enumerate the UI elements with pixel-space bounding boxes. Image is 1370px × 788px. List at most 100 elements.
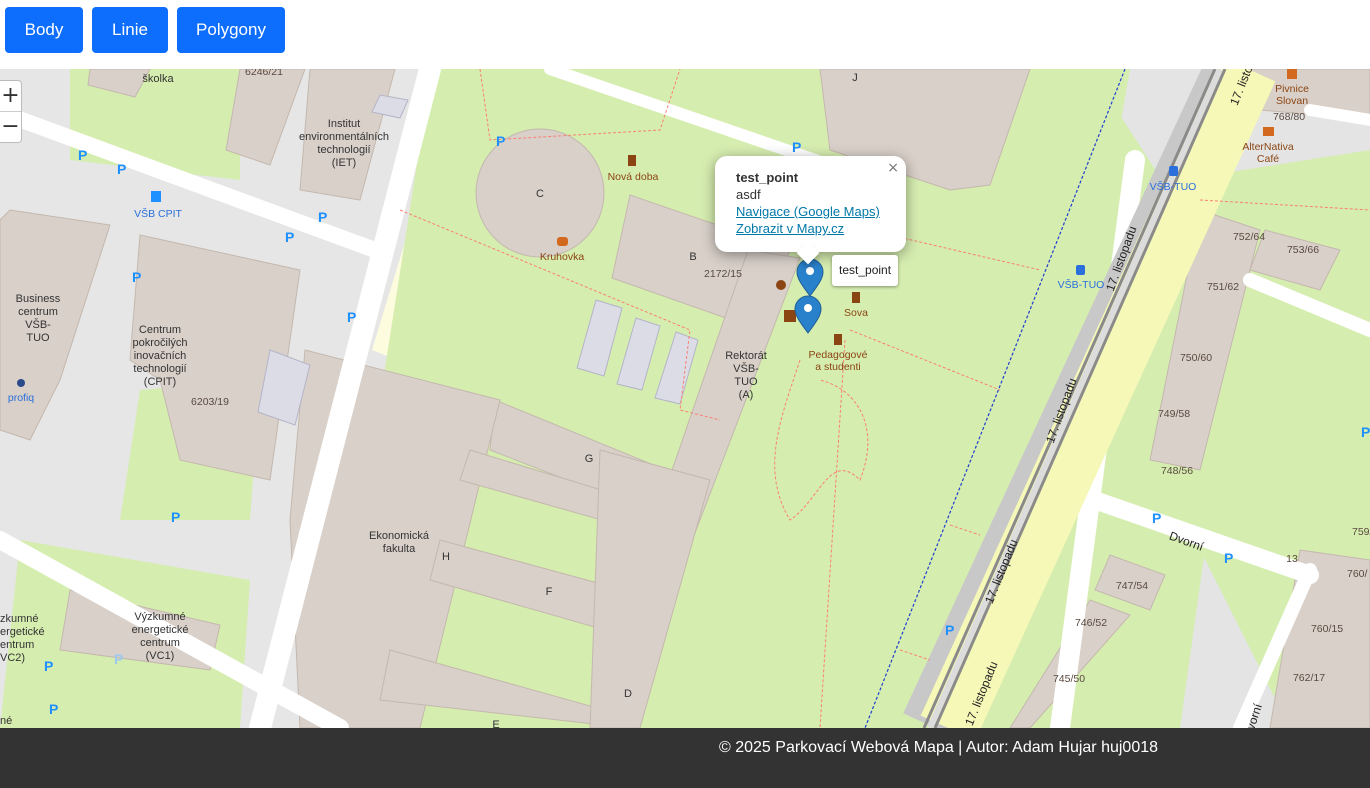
parking-icon: P (1224, 550, 1233, 566)
label-rektorat-1: Rektorát (725, 350, 767, 362)
parking-icon: P (114, 651, 123, 667)
label-vc2-1: zkumné (0, 613, 39, 625)
label-business-3: VŠB- (25, 318, 51, 331)
map-container[interactable]: školka 6246/21 Institut environmentálníc… (0, 69, 1370, 728)
parking-icon: P (132, 269, 141, 285)
label-vyzk-2: energetické (132, 624, 189, 636)
parking-icon: P (496, 133, 505, 149)
label-parcel-746: 746/52 (1075, 617, 1107, 629)
label-ekonom-2: fakulta (383, 543, 416, 555)
label-house-13: 13 (1286, 553, 1298, 565)
lines-button[interactable]: Linie (92, 7, 168, 53)
label-pedagog-1: Pedagogové (809, 349, 868, 361)
label-ne: né (0, 715, 12, 727)
label-building-c: C (536, 188, 544, 200)
parking-icon: P (49, 701, 58, 717)
parking-icon: P (171, 509, 180, 525)
points-button[interactable]: Body (5, 7, 83, 53)
parking-icon: P (1152, 510, 1161, 526)
label-parcel-745: 745/50 (1053, 673, 1085, 685)
parking-icon: P (78, 147, 87, 163)
label-pivnice-1: Pivnice (1275, 83, 1309, 95)
label-alternativa-1: AlterNativa (1242, 141, 1294, 153)
label-vsb-cpit: VŠB CPIT (134, 207, 182, 220)
label-cpit-2: pokročilých (132, 337, 187, 349)
parking-icon: P (117, 161, 126, 177)
label-business-2: centrum (18, 306, 58, 318)
label-parcel-750: 750/60 (1180, 352, 1212, 364)
label-kruhovka: Kruhovka (540, 251, 585, 263)
label-building-d: D (624, 688, 632, 700)
parking-icon: P (945, 622, 954, 638)
label-profiq: profiq (8, 392, 34, 404)
label-vyzk-1: Výzkumné (134, 611, 185, 623)
parking-icon: P (285, 229, 294, 245)
label-vyzk-4: (VC1) (146, 650, 175, 662)
label-parcel-760b: 760/15 (1311, 623, 1343, 635)
zoom-control: + − (0, 80, 22, 143)
zoom-in-button[interactable]: + (0, 81, 21, 111)
label-business-1: Business (16, 293, 61, 305)
label-nova-doba: Nová doba (608, 171, 659, 183)
label-building-b: B (689, 251, 696, 263)
label-cpit-5: (CPIT) (144, 376, 176, 388)
footer-text: © 2025 Parkovací Webová Mapa | Autor: Ad… (719, 739, 1159, 756)
parking-icon: P (792, 139, 801, 155)
label-building-e: E (492, 719, 499, 728)
parking-icon: P (44, 658, 53, 674)
toolbar: Body Linie Polygony (0, 0, 1370, 69)
label-parcel-768: 768/80 (1273, 111, 1305, 123)
label-iet-4: (IET) (332, 157, 356, 169)
google-maps-link[interactable]: Navigace (Google Maps) (736, 203, 880, 220)
label-vyzk-3: centrum (140, 637, 180, 649)
parking-icon: P (1361, 424, 1370, 440)
label-building-f: F (546, 586, 553, 598)
label-iet-1: Institut (328, 118, 360, 130)
popup-close-button[interactable]: × (887, 160, 899, 177)
polygons-button[interactable]: Polygony (177, 7, 285, 53)
label-vc2-4: VC2) (0, 652, 25, 664)
map-tiles[interactable]: školka 6246/21 Institut environmentálníc… (0, 69, 1370, 728)
label-parcel-760a: 760/ (1347, 568, 1368, 580)
zoom-out-button[interactable]: − (0, 111, 21, 142)
label-pedagog-2: a studenti (815, 361, 861, 373)
label-parcel-748: 748/56 (1161, 465, 1193, 477)
label-vsb-tuo-stop-a: VŠB-TUO (1150, 180, 1197, 193)
label-rektorat-2: VŠB- (733, 362, 759, 375)
label-vsb-tuo-stop-b: VŠB-TUO (1058, 278, 1105, 291)
label-parcel-2172: 2172/15 (704, 268, 742, 280)
label-rektorat-3: TUO (734, 376, 758, 388)
label-parcel-762: 762/17 (1293, 672, 1325, 684)
label-parcel-753: 753/66 (1287, 244, 1319, 256)
label-iet-3: technologií (317, 144, 370, 156)
label-cpit-1: Centrum (139, 324, 181, 336)
label-building-j: J (852, 72, 858, 84)
label-business-4: TUO (26, 332, 50, 344)
mapy-cz-link[interactable]: Zobrazit v Mapy.cz (736, 220, 880, 237)
label-rektorat-4: (A) (739, 389, 754, 401)
label-parcel-759: 759/ (1352, 526, 1370, 538)
label-vc2-3: entrum (0, 639, 34, 651)
popup-title: test_point (736, 170, 799, 185)
label-cpit-3: inovačních (134, 350, 187, 362)
marker-popup: × test_point asdf Navigace (Google Maps)… (715, 156, 906, 265)
parking-icon: P (347, 309, 356, 325)
marker-tooltip: test_point (832, 255, 899, 286)
label-parcel: 6246/21 (245, 69, 283, 78)
label-parcel-6203: 6203/19 (191, 396, 229, 408)
label-cpit-4: technologií (133, 363, 186, 375)
label-pivnice-2: Slovan (1276, 95, 1308, 107)
label-iet-2: environmentálních (299, 131, 389, 143)
label-parcel-747: 747/54 (1116, 580, 1148, 592)
parking-icon: P (318, 209, 327, 225)
label-ekonom-1: Ekonomická (369, 530, 430, 542)
footer: © 2025 Parkovací Webová Mapa | Autor: Ad… (0, 728, 1370, 788)
label-parcel-749: 749/58 (1158, 408, 1190, 420)
label-alternativa-2: Café (1257, 153, 1279, 165)
label-parcel-751: 751/62 (1207, 281, 1239, 293)
label-building-h: H (442, 551, 450, 563)
label-building-g: G (585, 453, 594, 465)
label-skolka: školka (142, 73, 174, 85)
popup-description: asdf (736, 187, 761, 202)
label-vc2-2: ergetické (0, 626, 45, 638)
